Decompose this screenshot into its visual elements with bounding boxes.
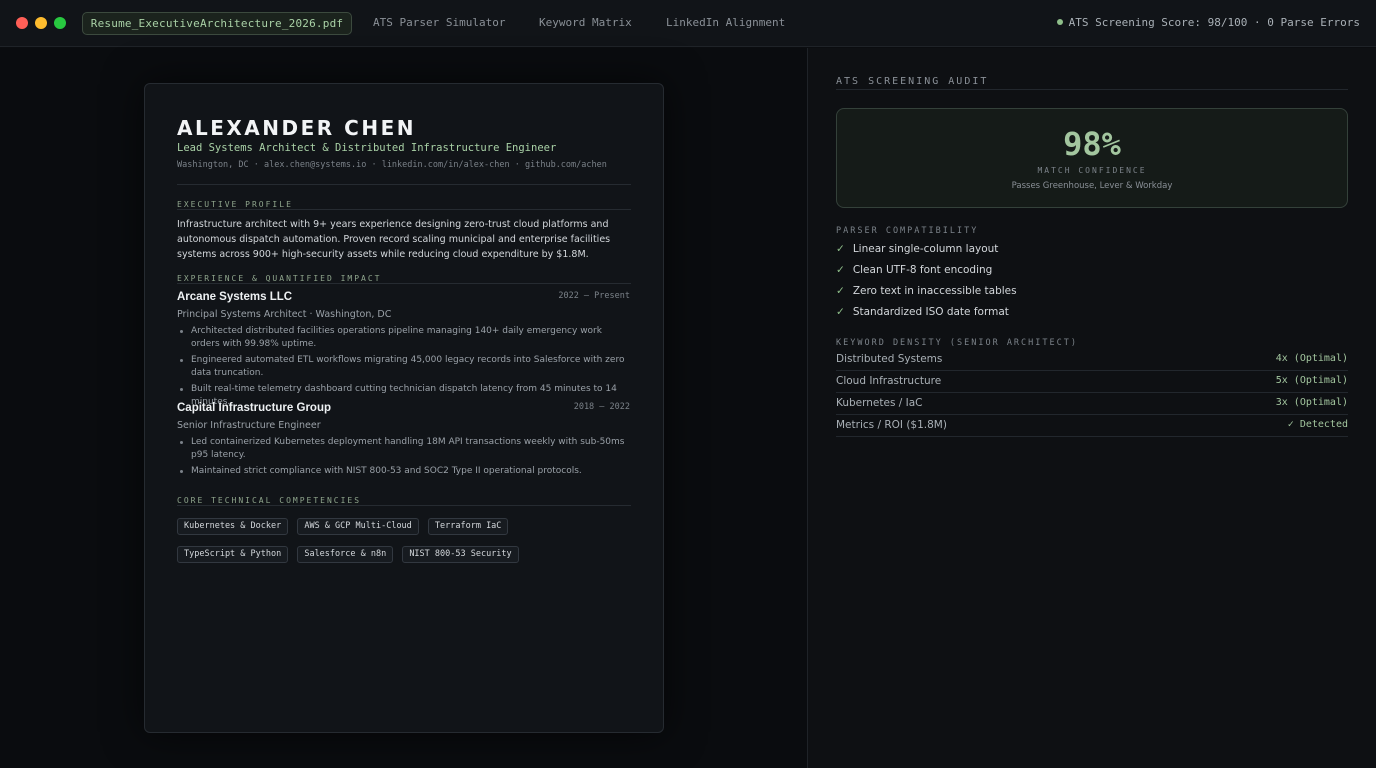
keyword-value: 5x (Optimal) [1275,375,1348,386]
keyword-row: Metrics / ROI ($1.8M) ✓ Detected [836,415,1348,437]
check-icon: ✓ [836,306,845,318]
audit-title: ATS SCREENING AUDIT [836,76,989,87]
experience-heading: EXPERIENCE & QUANTIFIED IMPACT [177,274,382,283]
compat-item-label: Standardized ISO date format [852,306,1009,318]
ats-status: ATS Screening Score: 98/100 · 0 Parse Er… [1056,16,1360,29]
list-item: Maintained strict compliance with NIST 8… [180,465,631,478]
profile-text: Infrastructure architect with 9+ years e… [177,219,611,260]
list-item: Architected distributed facilities opera… [180,325,631,351]
ats-audit-panel: ATS SCREENING AUDIT 98% MATCH CONFIDENCE… [808,48,1376,768]
job-title: Principal Systems Architect · Washington… [177,309,392,320]
compat-item: ✓ Clean UTF-8 font encoding [836,264,992,276]
compat-item: ✓ Zero text in inaccessible tables [836,285,1017,297]
compat-item: ✓ Standardized ISO date format [836,306,1009,318]
divider [177,283,631,284]
competency-tag: Terraform IaC [427,518,509,535]
check-icon: ✓ [836,243,845,255]
match-score: 98% [1063,125,1121,163]
compat-item-label: Clean UTF-8 font encoding [852,264,993,276]
job-company: Arcane Systems LLC [177,291,293,303]
candidate-role: Lead Systems Architect & Distributed Inf… [177,142,557,154]
compat-item-label: Linear single-column layout [852,243,999,255]
divider [177,184,631,185]
divider [177,209,631,210]
competency-tag: AWS & GCP Multi-Cloud [297,518,419,535]
compat-item: ✓ Linear single-column layout [836,243,998,255]
competencies-heading: CORE TECHNICAL COMPETENCIES [177,496,362,505]
check-icon: ✓ [836,285,845,297]
job-dates: 2018 – 2022 [573,402,630,412]
ats-status-text: ATS Screening Score: 98/100 · 0 Parse Er… [1068,16,1360,29]
divider [836,89,1348,90]
keyword-label: Metrics / ROI ($1.8M) [836,419,947,431]
candidate-name: ALEXANDER CHEN [177,116,416,140]
competency-tag: TypeScript & Python [177,546,289,563]
keyword-row: Kubernetes / IaC 3x (Optimal) [836,393,1348,415]
job-dates: 2022 – Present [558,291,630,301]
resume-document: ALEXANDER CHEN Lead Systems Architect & … [144,83,664,733]
keyword-value: ✓ Detected [1287,419,1348,430]
keyword-label: Distributed Systems [836,353,943,365]
title-bar: Resume_ExecutiveArchitecture_2026.pdf AT… [0,0,1376,47]
match-score-subtitle: Passes Greenhouse, Lever & Workday [1011,181,1173,191]
keyword-value: 3x (Optimal) [1275,397,1348,408]
tab-keyword-matrix[interactable]: Keyword Matrix [539,16,632,29]
compat-heading: PARSER COMPATIBILITY [836,226,979,236]
keyword-label: Kubernetes / IaC [836,397,923,409]
resume-preview-pane: ALEXANDER CHEN Lead Systems Architect & … [0,48,807,768]
match-score-caption: MATCH CONFIDENCE [1037,166,1147,175]
job-company: Capital Infrastructure Group [177,402,331,414]
profile-heading: EXECUTIVE PROFILE [177,200,293,209]
keyword-row: Cloud Infrastructure 5x (Optimal) [836,371,1348,393]
tab-linkedin-alignment[interactable]: LinkedIn Alignment [666,16,785,29]
competency-tags: Kubernetes & Docker AWS & GCP Multi-Clou… [177,513,631,569]
competency-tag: Kubernetes & Docker [177,518,289,535]
competency-tag: NIST 800-53 Security [402,546,519,563]
compat-item-label: Zero text in inaccessible tables [852,285,1017,297]
keyword-row: Distributed Systems 4x (Optimal) [836,349,1348,371]
tab-ats-parser-simulator[interactable]: ATS Parser Simulator [373,16,505,29]
job-title: Senior Infrastructure Engineer [177,420,321,431]
maximize-window-button[interactable] [54,17,66,29]
divider [177,505,631,506]
candidate-contact: Washington, DC · alex.chen@systems.io · … [177,160,607,170]
density-heading: KEYWORD DENSITY (SENIOR ARCHITECT) [836,338,1078,348]
list-item: Engineered automated ETL workflows migra… [180,354,631,380]
list-item: Led containerized Kubernetes deployment … [180,436,631,462]
tab-resume-file[interactable]: Resume_ExecutiveArchitecture_2026.pdf [82,12,352,35]
job-bullets: Architected distributed facilities opera… [180,325,631,412]
close-window-button[interactable] [16,17,28,29]
competency-tag: Salesforce & n8n [297,546,394,563]
job-bullets: Led containerized Kubernetes deployment … [180,436,631,481]
check-icon: ✓ [836,264,845,276]
keyword-label: Cloud Infrastructure [836,375,942,387]
status-indicator-icon [1056,19,1063,25]
keyword-value: 4x (Optimal) [1275,353,1348,364]
minimize-window-button[interactable] [35,17,47,29]
score-card: 98% MATCH CONFIDENCE Passes Greenhouse, … [836,108,1348,208]
